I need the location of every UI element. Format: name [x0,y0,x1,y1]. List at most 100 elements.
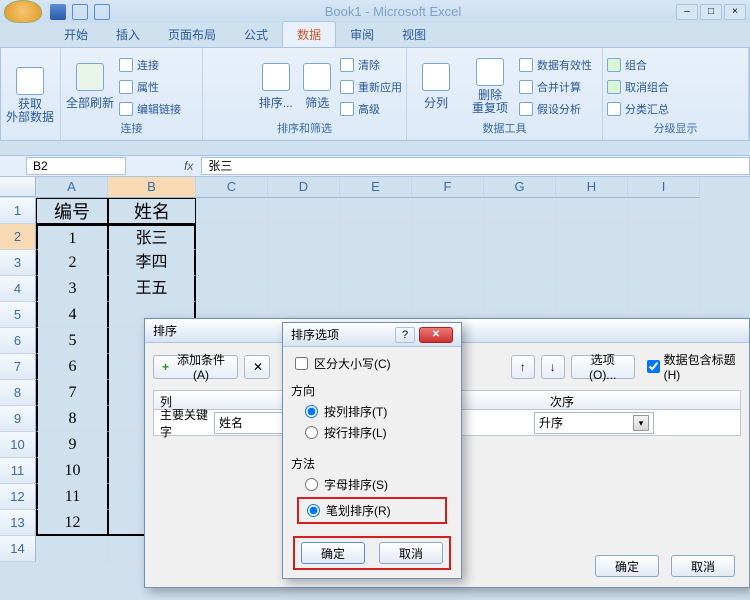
advanced-filter-button[interactable]: 高级 [340,99,402,119]
office-button[interactable] [4,0,42,23]
minimize-button[interactable]: – [676,4,698,20]
cell-A14[interactable] [36,536,108,562]
cell-H1[interactable] [556,198,628,224]
cell-F1[interactable] [412,198,484,224]
cell-A10[interactable]: 9 [36,432,108,458]
cell-D2[interactable] [268,224,340,250]
dialog-close-button[interactable]: ✕ [419,327,453,343]
cell-A8[interactable]: 7 [36,380,108,406]
remove-duplicates-button[interactable]: 删除 重复项 [465,53,515,120]
data-validation-button[interactable]: 数据有效性 [519,55,592,75]
cell-F4[interactable] [412,276,484,302]
dialog-help-button[interactable]: ? [395,327,415,343]
cell-I4[interactable] [628,276,700,302]
row-header[interactable]: 12 [0,484,36,510]
cell-C1[interactable] [196,198,268,224]
cell-B1[interactable]: 姓名 [108,198,196,224]
cell-F3[interactable] [412,250,484,276]
sort-ok-button[interactable]: 确定 [595,555,659,577]
sort-options-button[interactable]: 选项(O)... [571,355,635,379]
cell-A1[interactable]: 编号 [36,198,108,224]
move-up-button[interactable]: ↑ [511,355,535,379]
row-header[interactable]: 13 [0,510,36,536]
whatif-button[interactable]: 假设分析 [519,99,592,119]
sort-asc-icon[interactable] [207,74,229,100]
tab-formulas[interactable]: 公式 [230,22,282,47]
options-cancel-button[interactable]: 取消 [379,542,443,564]
sort-order-combo[interactable]: 升序▾ [534,412,654,434]
cell-A9[interactable]: 8 [36,406,108,432]
filter-button[interactable]: 筛选 [299,53,337,120]
fx-icon[interactable]: fx [176,159,201,173]
cell-A4[interactable]: 3 [36,276,108,302]
cell-A11[interactable]: 10 [36,458,108,484]
cell-F2[interactable] [412,224,484,250]
cell-G2[interactable] [484,224,556,250]
row-header[interactable]: 3 [0,250,36,276]
formula-bar[interactable]: 张三 [201,157,750,175]
tab-home[interactable]: 开始 [50,22,102,47]
cell-G3[interactable] [484,250,556,276]
row-header[interactable]: 2 [0,224,36,250]
cell-G1[interactable] [484,198,556,224]
cell-A3[interactable]: 2 [36,250,108,276]
save-icon[interactable] [50,4,66,20]
sort-top-to-bottom-radio[interactable]: 按列排序(T) [291,401,453,422]
cell-D3[interactable] [268,250,340,276]
cell-D1[interactable] [268,198,340,224]
cell-H4[interactable] [556,276,628,302]
col-header-D[interactable]: D [268,177,340,198]
cell-A6[interactable]: 5 [36,328,108,354]
col-header-A[interactable]: A [36,177,108,198]
close-button[interactable]: × [724,4,746,20]
col-header-C[interactable]: C [196,177,268,198]
row-header[interactable]: 8 [0,380,36,406]
ungroup-button[interactable]: 取消组合 [607,77,669,97]
row-header[interactable]: 10 [0,432,36,458]
cell-G4[interactable] [484,276,556,302]
cell-I1[interactable] [628,198,700,224]
move-down-button[interactable]: ↓ [541,355,565,379]
refresh-all-button[interactable]: 全部刷新 [65,53,115,120]
col-header-H[interactable]: H [556,177,628,198]
reapply-button[interactable]: 重新应用 [340,77,402,97]
clear-filter-button[interactable]: 清除 [340,55,402,75]
subtotal-button[interactable]: 分类汇总 [607,99,669,119]
consolidate-button[interactable]: 合并计算 [519,77,592,97]
row-header[interactable]: 11 [0,458,36,484]
cell-E4[interactable] [340,276,412,302]
redo-icon[interactable] [94,4,110,20]
options-ok-button[interactable]: 确定 [301,542,365,564]
alphabetic-sort-radio[interactable]: 字母排序(S) [291,474,453,495]
name-box[interactable]: B2 [26,157,126,175]
cell-E1[interactable] [340,198,412,224]
col-header-B[interactable]: B [108,177,196,198]
sort-button[interactable]: 排序... [257,53,295,120]
text-to-columns-button[interactable]: 分列 [411,53,461,120]
cell-A2[interactable]: 1 [36,224,108,250]
col-header-I[interactable]: I [628,177,700,198]
maximize-button[interactable]: □ [700,4,722,20]
cell-I3[interactable] [628,250,700,276]
col-header-G[interactable]: G [484,177,556,198]
cell-A12[interactable]: 11 [36,484,108,510]
cell-A5[interactable]: 4 [36,302,108,328]
cell-H2[interactable] [556,224,628,250]
row-header[interactable]: 6 [0,328,36,354]
row-header[interactable]: 1 [0,198,36,224]
has-headers-checkbox[interactable]: 数据包含标题(H) [647,351,741,382]
tab-insert[interactable]: 插入 [102,22,154,47]
stroke-sort-radio[interactable]: 笔划排序(R) [299,500,445,521]
select-all-corner[interactable] [0,177,36,197]
cell-I2[interactable] [628,224,700,250]
cell-C3[interactable] [196,250,268,276]
cell-E2[interactable] [340,224,412,250]
cell-A7[interactable]: 6 [36,354,108,380]
cell-H3[interactable] [556,250,628,276]
connections-button[interactable]: 连接 [119,55,181,75]
row-header[interactable]: 5 [0,302,36,328]
cell-C2[interactable] [196,224,268,250]
tab-review[interactable]: 审阅 [336,22,388,47]
delete-level-button[interactable]: ✕ [244,355,270,379]
group-button[interactable]: 组合 [607,55,669,75]
